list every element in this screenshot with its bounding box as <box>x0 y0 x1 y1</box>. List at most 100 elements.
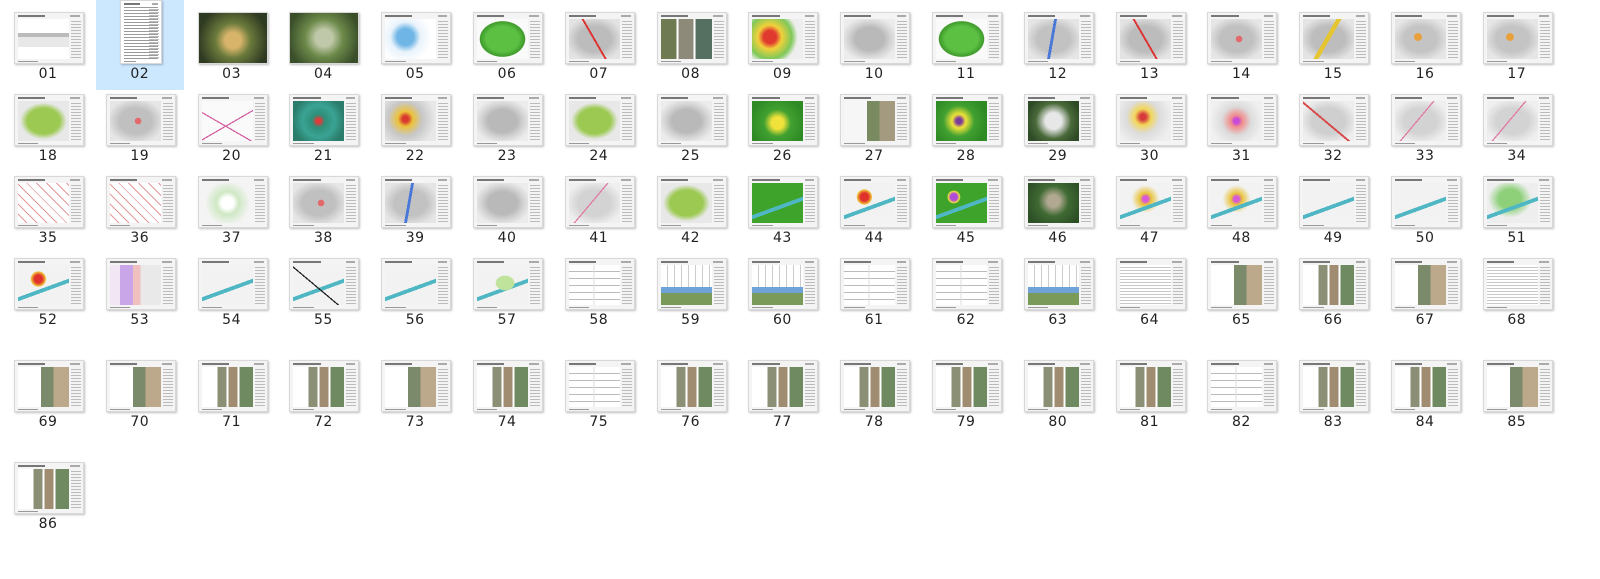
file-item[interactable]: 15 <box>1289 0 1377 90</box>
file-item[interactable]: 83 <box>1289 348 1377 438</box>
file-item[interactable]: 27 <box>830 82 918 172</box>
file-name-label: 66 <box>1323 312 1343 328</box>
thumbnail-hdr2 <box>988 97 998 99</box>
file-item[interactable]: 02 <box>95 0 184 90</box>
file-item[interactable]: 22 <box>371 82 459 172</box>
file-item[interactable]: 50 <box>1381 164 1469 254</box>
file-item[interactable]: 82 <box>1197 348 1285 438</box>
file-item[interactable]: 30 <box>1106 82 1194 172</box>
file-item[interactable]: 58 <box>555 246 643 336</box>
file-item[interactable]: 59 <box>647 246 735 336</box>
file-item[interactable]: 33 <box>1381 82 1469 172</box>
thumbnail-side <box>530 369 540 407</box>
file-item[interactable]: 68 <box>1473 246 1561 336</box>
file-item[interactable]: 64 <box>1106 246 1194 336</box>
thumbnail-body <box>1303 183 1355 223</box>
file-item[interactable]: 80 <box>1014 348 1102 438</box>
file-item[interactable]: 43 <box>738 164 826 254</box>
file-item[interactable]: 44 <box>830 164 918 254</box>
file-item[interactable]: 20 <box>188 82 276 172</box>
file-item[interactable]: 21 <box>279 82 367 172</box>
file-item[interactable]: 24 <box>555 82 643 172</box>
file-item[interactable]: 42 <box>647 164 735 254</box>
file-item[interactable]: 81 <box>1106 348 1194 438</box>
file-name-label: 33 <box>1415 148 1435 164</box>
file-item[interactable]: 07 <box>555 0 643 90</box>
file-item[interactable]: 85 <box>1473 348 1561 438</box>
file-item[interactable]: 16 <box>1381 0 1469 90</box>
file-item[interactable]: 49 <box>1289 164 1377 254</box>
file-item[interactable]: 11 <box>922 0 1010 90</box>
file-item[interactable]: 76 <box>647 348 735 438</box>
file-item[interactable]: 77 <box>738 348 826 438</box>
file-item[interactable]: 48 <box>1197 164 1285 254</box>
file-item[interactable]: 86 <box>4 450 92 540</box>
file-item[interactable]: 66 <box>1289 246 1377 336</box>
file-item[interactable]: 56 <box>371 246 459 336</box>
file-item[interactable]: 36 <box>96 164 184 254</box>
file-item[interactable]: 39 <box>371 164 459 254</box>
file-item[interactable]: 72 <box>279 348 367 438</box>
file-item[interactable]: 26 <box>738 82 826 172</box>
file-item[interactable]: 06 <box>463 0 551 90</box>
file-item[interactable]: 32 <box>1289 82 1377 172</box>
file-item[interactable]: 23 <box>463 82 551 172</box>
file-thumbnail <box>381 176 452 228</box>
file-item[interactable]: 47 <box>1106 164 1194 254</box>
thumbnail-body <box>752 19 804 59</box>
file-item[interactable]: 34 <box>1473 82 1561 172</box>
file-name-label: 08 <box>681 66 700 82</box>
file-item[interactable]: 31 <box>1197 82 1285 172</box>
file-thumbnail <box>14 176 84 228</box>
file-item[interactable]: 55 <box>279 246 367 336</box>
file-item[interactable]: 57 <box>463 246 551 336</box>
file-item[interactable]: 03 <box>188 0 276 90</box>
file-item[interactable]: 28 <box>922 82 1010 172</box>
file-item[interactable]: 41 <box>555 164 643 254</box>
file-item[interactable]: 75 <box>555 348 643 438</box>
file-item[interactable]: 17 <box>1473 0 1561 90</box>
file-item[interactable]: 29 <box>1014 82 1102 172</box>
file-item[interactable]: 19 <box>96 82 184 172</box>
file-item[interactable]: 18 <box>4 82 92 172</box>
file-item[interactable]: 01 <box>4 0 92 90</box>
file-item[interactable]: 60 <box>738 246 826 336</box>
file-item[interactable]: 61 <box>830 246 918 336</box>
file-item[interactable]: 08 <box>647 0 735 90</box>
file-item[interactable]: 79 <box>922 348 1010 438</box>
file-item[interactable]: 46 <box>1014 164 1102 254</box>
file-item[interactable]: 40 <box>463 164 551 254</box>
file-item[interactable]: 05 <box>371 0 459 90</box>
file-item[interactable]: 73 <box>371 348 459 438</box>
file-item[interactable]: 35 <box>4 164 92 254</box>
file-item[interactable]: 78 <box>830 348 918 438</box>
file-item[interactable]: 12 <box>1014 0 1102 90</box>
file-item[interactable]: 38 <box>279 164 367 254</box>
file-item[interactable]: 13 <box>1106 0 1194 90</box>
file-item[interactable]: 37 <box>188 164 276 254</box>
file-item[interactable]: 67 <box>1381 246 1469 336</box>
file-item[interactable]: 70 <box>96 348 184 438</box>
file-item[interactable]: 53 <box>96 246 184 336</box>
thumbnail-foot <box>936 307 957 308</box>
file-item[interactable]: 52 <box>4 246 92 336</box>
file-item[interactable]: 62 <box>922 246 1010 336</box>
file-item[interactable]: 25 <box>647 82 735 172</box>
thumbnail-side <box>1172 267 1183 305</box>
file-item[interactable]: 45 <box>922 164 1010 254</box>
file-item[interactable]: 14 <box>1197 0 1285 90</box>
file-item[interactable]: 04 <box>279 0 367 90</box>
file-item[interactable]: 69 <box>4 348 92 438</box>
file-item[interactable]: 84 <box>1381 348 1469 438</box>
file-item[interactable]: 63 <box>1014 246 1102 336</box>
thumbnail-foot <box>752 225 773 226</box>
file-name-label: 75 <box>589 414 609 430</box>
file-item[interactable]: 54 <box>188 246 276 336</box>
thumbnail-hdr2 <box>162 97 172 99</box>
file-item[interactable]: 09 <box>738 0 826 90</box>
file-item[interactable]: 71 <box>188 348 276 438</box>
file-item[interactable]: 74 <box>463 348 551 438</box>
file-item[interactable]: 51 <box>1473 164 1561 254</box>
file-item[interactable]: 65 <box>1197 246 1285 336</box>
file-item[interactable]: 10 <box>830 0 918 90</box>
